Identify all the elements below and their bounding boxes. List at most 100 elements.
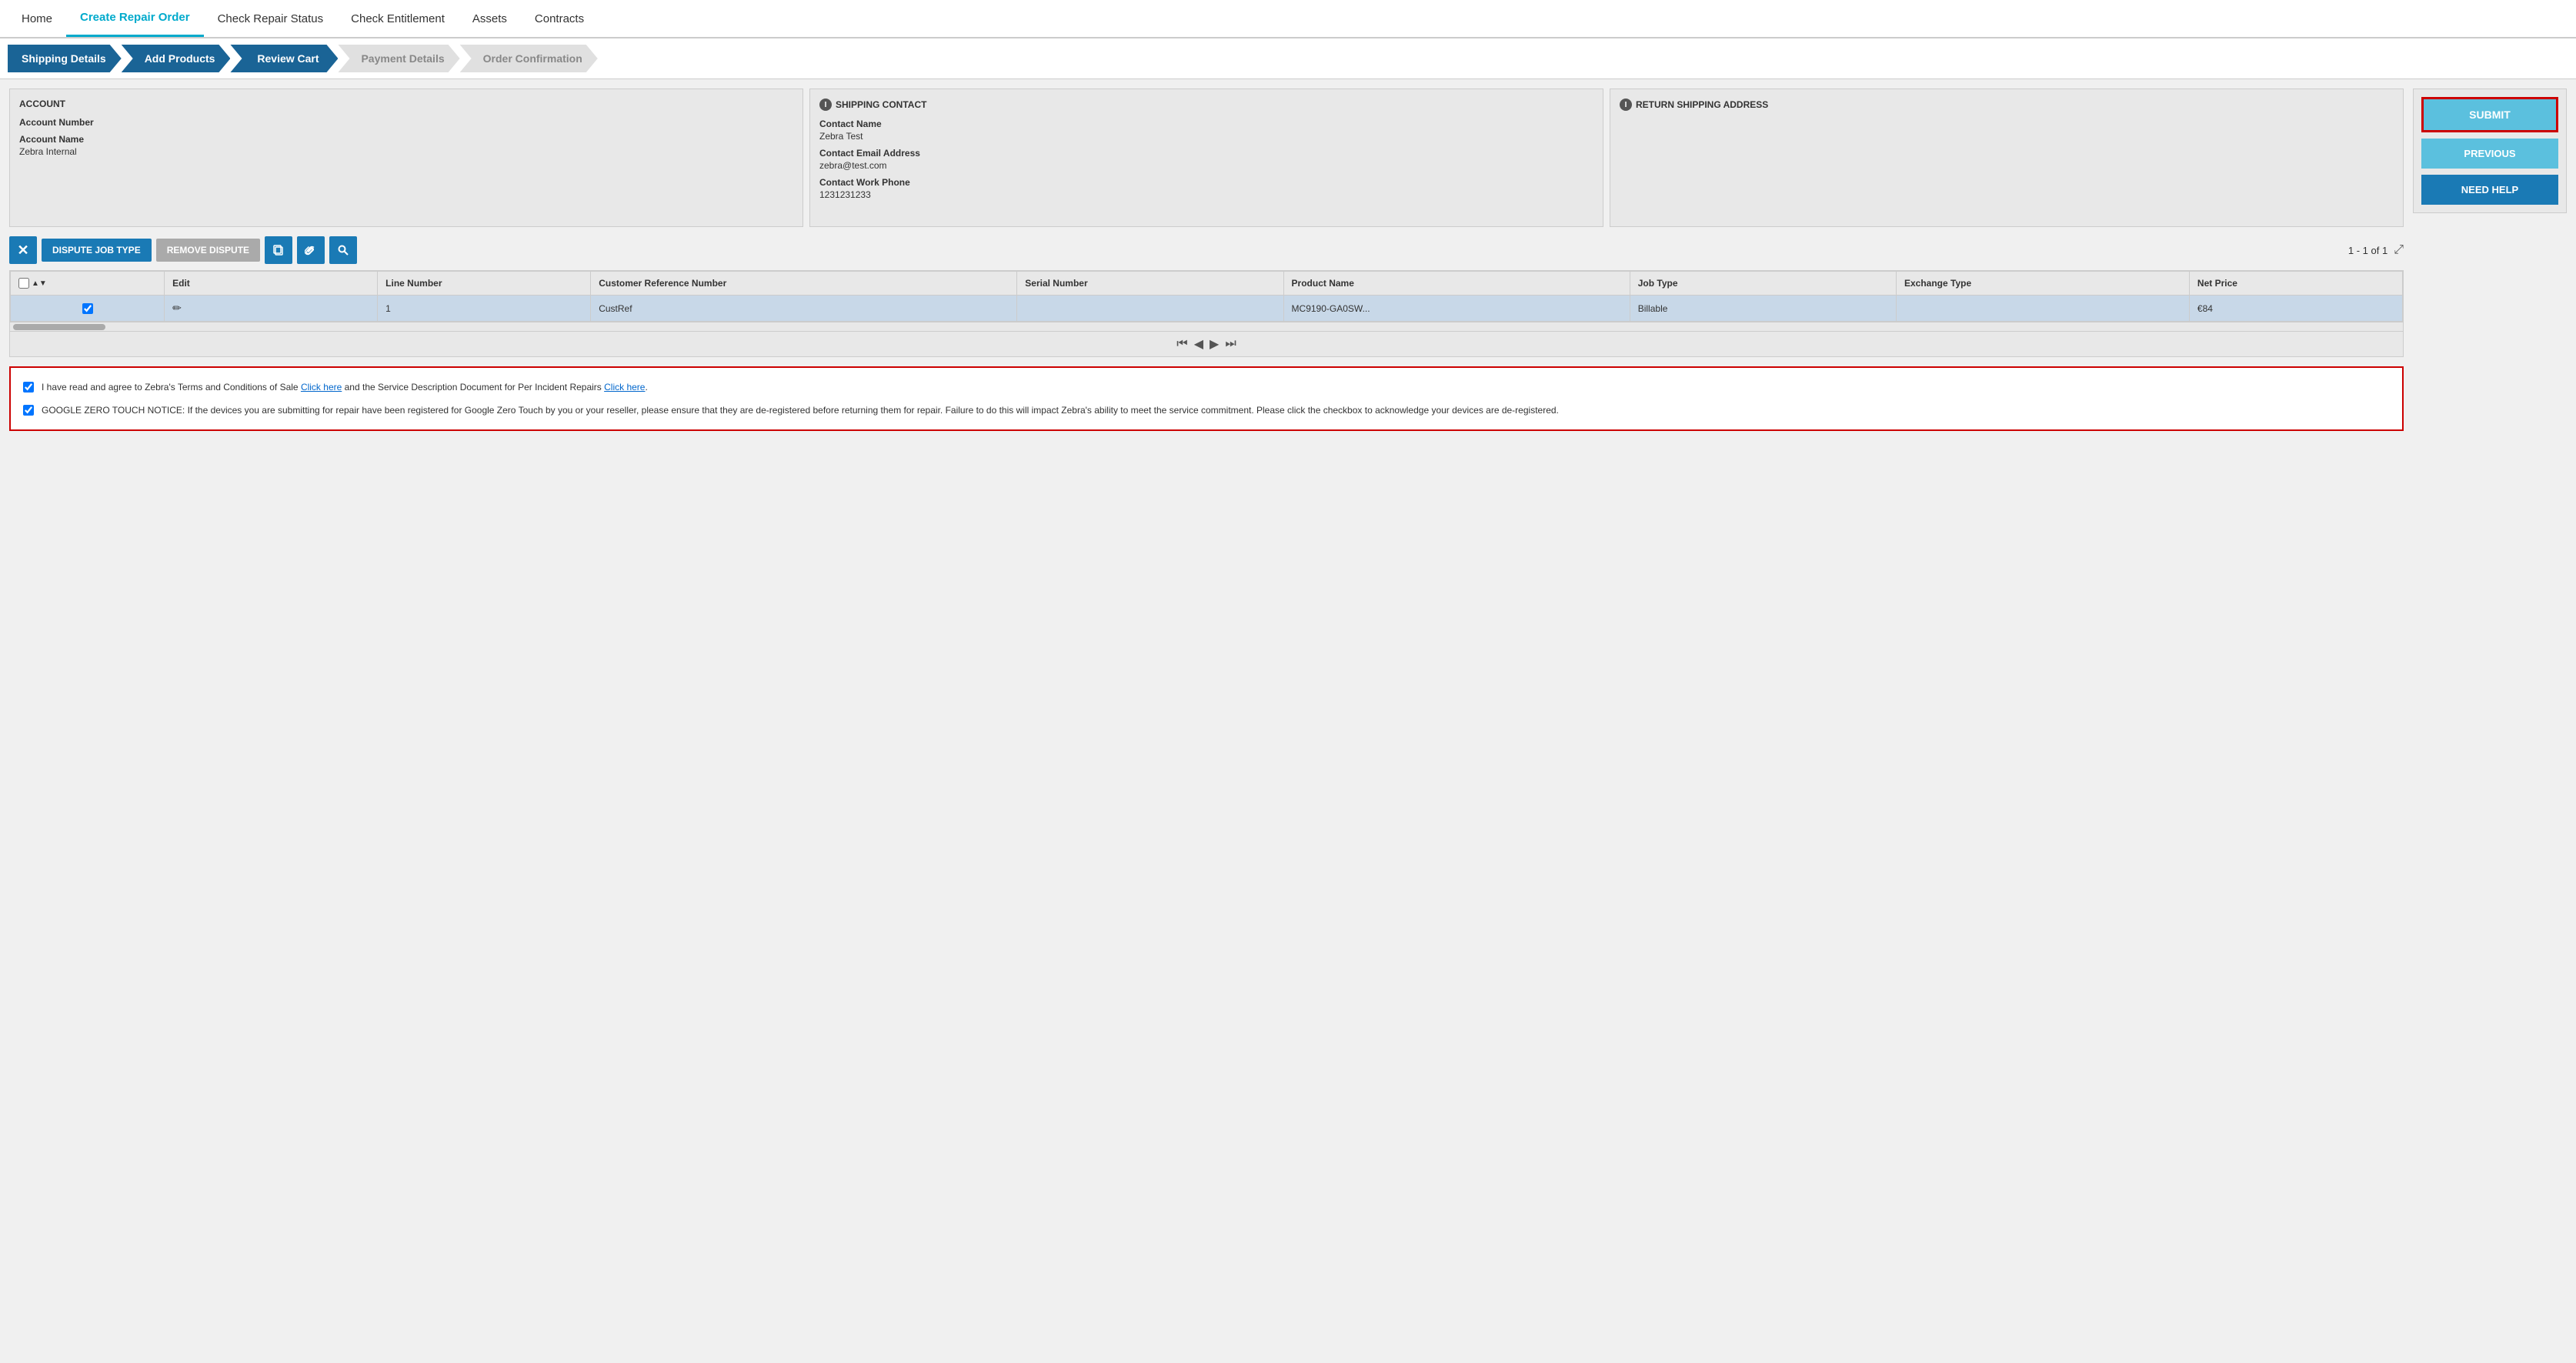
row-checkbox-cell bbox=[11, 296, 165, 322]
contact-email-row: Contact Email Address zebra@test.com bbox=[819, 148, 1593, 171]
account-name-value: Zebra Internal bbox=[19, 146, 793, 157]
nav-check-entitlement[interactable]: Check Entitlement bbox=[337, 2, 459, 36]
sort-arrows[interactable]: ▲▼ bbox=[32, 279, 47, 288]
th-edit: Edit bbox=[165, 272, 378, 296]
info-icon-shipping: i bbox=[819, 99, 832, 111]
account-number-label: Account Number bbox=[19, 117, 793, 128]
terms-text-before: I have read and agree to Zebra's Terms a… bbox=[42, 382, 301, 393]
dispute-job-type-button[interactable]: DISPUTE JOB TYPE bbox=[42, 239, 152, 262]
contact-email-value: zebra@test.com bbox=[819, 160, 1593, 171]
row-exchange-type bbox=[1897, 296, 2190, 322]
wizard-steps: Shipping Details Add Products Review Car… bbox=[0, 38, 2576, 79]
last-page-button[interactable]: ⏭ bbox=[1225, 337, 1236, 351]
first-page-button[interactable]: ⏮ bbox=[1176, 337, 1187, 351]
row-product-name: MC9190-GA0SW... bbox=[1283, 296, 1630, 322]
nav-create-repair-order[interactable]: Create Repair Order bbox=[66, 0, 204, 37]
th-exchange-type: Exchange Type bbox=[1897, 272, 2190, 296]
shipping-contact-title: i SHIPPING CONTACT bbox=[819, 99, 1593, 111]
info-cards: ACCOUNT Account Number Account Name Zebr… bbox=[9, 89, 2404, 227]
account-title: ACCOUNT bbox=[19, 99, 793, 109]
nav-check-repair-status[interactable]: Check Repair Status bbox=[204, 2, 338, 36]
main-content: ACCOUNT Account Number Account Name Zebr… bbox=[0, 79, 2576, 440]
wizard-step-order-confirmation[interactable]: Order Confirmation bbox=[460, 45, 598, 72]
close-button[interactable]: ✕ bbox=[9, 236, 37, 264]
terms-text-middle: and the Service Description Document for… bbox=[342, 382, 604, 393]
previous-button[interactable]: PREVIOUS bbox=[2421, 139, 2558, 169]
terms-row-2: GOOGLE ZERO TOUCH NOTICE: If the devices… bbox=[23, 403, 2390, 417]
row-checkbox[interactable] bbox=[82, 303, 93, 314]
account-name-label: Account Name bbox=[19, 134, 793, 145]
account-number-row: Account Number bbox=[19, 117, 793, 128]
next-page-button[interactable]: ▶ bbox=[1210, 336, 1219, 352]
nav-home[interactable]: Home bbox=[8, 2, 66, 36]
attachment-button[interactable] bbox=[297, 236, 325, 264]
expand-icon[interactable]: ⤢ bbox=[2394, 243, 2404, 257]
row-edit-cell: ✏ bbox=[165, 296, 378, 322]
return-address-title: i RETURN SHIPPING ADDRESS bbox=[1620, 99, 2394, 111]
info-icon-return: i bbox=[1620, 99, 1632, 111]
prev-page-button[interactable]: ◀ bbox=[1194, 336, 1203, 352]
left-panel: ACCOUNT Account Number Account Name Zebr… bbox=[9, 89, 2404, 431]
copy-icon bbox=[272, 244, 285, 256]
wizard-step-payment[interactable]: Payment Details bbox=[338, 45, 459, 72]
terms-row-1: I have read and agree to Zebra's Terms a… bbox=[23, 380, 2390, 394]
th-job-type: Job Type bbox=[1630, 272, 1896, 296]
shipping-contact-card: i SHIPPING CONTACT Contact Name Zebra Te… bbox=[809, 89, 1603, 227]
row-line-number: 1 bbox=[378, 296, 591, 322]
contact-phone-label: Contact Work Phone bbox=[819, 177, 1593, 188]
table-header-row: ▲▼ Edit Line Number Customer Reference N… bbox=[11, 272, 2403, 296]
search-button[interactable] bbox=[329, 236, 357, 264]
return-address-card: i RETURN SHIPPING ADDRESS bbox=[1610, 89, 2404, 227]
nav-contracts[interactable]: Contracts bbox=[521, 2, 598, 36]
contact-name-row: Contact Name Zebra Test bbox=[819, 119, 1593, 142]
terms-text-2: GOOGLE ZERO TOUCH NOTICE: If the devices… bbox=[42, 403, 1559, 417]
contact-email-label: Contact Email Address bbox=[819, 148, 1593, 159]
row-customer-ref: CustRef bbox=[591, 296, 1017, 322]
wizard-step-shipping[interactable]: Shipping Details bbox=[8, 45, 122, 72]
terms-box: I have read and agree to Zebra's Terms a… bbox=[9, 366, 2404, 431]
th-product-name: Product Name bbox=[1283, 272, 1630, 296]
header-checkbox[interactable] bbox=[18, 278, 29, 289]
need-help-button[interactable]: NEED HELP bbox=[2421, 175, 2558, 205]
terms-text-after: . bbox=[645, 382, 647, 393]
terms-checkbox-1[interactable] bbox=[23, 382, 34, 393]
attachment-icon bbox=[305, 244, 317, 256]
scrollbar-thumb[interactable] bbox=[13, 324, 105, 330]
nav-assets[interactable]: Assets bbox=[459, 2, 521, 36]
th-customer-ref: Customer Reference Number bbox=[591, 272, 1017, 296]
submit-button[interactable]: SUBMIT bbox=[2421, 97, 2558, 132]
contact-phone-value: 1231231233 bbox=[819, 189, 1593, 200]
top-navigation: Home Create Repair Order Check Repair St… bbox=[0, 0, 2576, 38]
account-name-row: Account Name Zebra Internal bbox=[19, 134, 793, 157]
data-table: ▲▼ Edit Line Number Customer Reference N… bbox=[10, 271, 2403, 322]
row-serial-number bbox=[1017, 296, 1283, 322]
table-pagination-controls: ⏮ ◀ ▶ ⏭ bbox=[10, 331, 2403, 356]
row-net-price: €84 bbox=[2189, 296, 2402, 322]
wizard-step-review-cart[interactable]: Review Cart bbox=[230, 45, 338, 72]
th-serial-number: Serial Number bbox=[1017, 272, 1283, 296]
data-table-wrapper: ▲▼ Edit Line Number Customer Reference N… bbox=[9, 270, 2404, 357]
pagination-text: 1 - 1 of 1 bbox=[2348, 245, 2387, 256]
pagination-info: 1 - 1 of 1 ⤢ bbox=[2348, 243, 2404, 257]
th-line-number: Line Number bbox=[378, 272, 591, 296]
right-panel: SUBMIT PREVIOUS NEED HELP bbox=[2413, 89, 2567, 431]
terms-checkbox-2[interactable] bbox=[23, 405, 34, 416]
contact-phone-row: Contact Work Phone 1231231233 bbox=[819, 177, 1593, 200]
search-icon bbox=[337, 244, 349, 256]
horizontal-scrollbar[interactable] bbox=[10, 322, 2403, 331]
table-toolbar: ✕ DISPUTE JOB TYPE REMOVE DISPUTE bbox=[9, 236, 2404, 264]
copy-button[interactable] bbox=[265, 236, 292, 264]
remove-dispute-button[interactable]: REMOVE DISPUTE bbox=[156, 239, 260, 262]
th-net-price: Net Price bbox=[2189, 272, 2402, 296]
row-job-type: Billable bbox=[1630, 296, 1896, 322]
terms-text-1: I have read and agree to Zebra's Terms a… bbox=[42, 380, 648, 394]
terms-link-1[interactable]: Click here bbox=[301, 382, 342, 393]
wizard-step-add-products[interactable]: Add Products bbox=[122, 45, 231, 72]
edit-icon[interactable]: ✏ bbox=[172, 302, 182, 314]
terms-link-2[interactable]: Click here bbox=[604, 382, 645, 393]
account-card: ACCOUNT Account Number Account Name Zebr… bbox=[9, 89, 803, 227]
action-card: SUBMIT PREVIOUS NEED HELP bbox=[2413, 89, 2567, 213]
contact-name-value: Zebra Test bbox=[819, 131, 1593, 142]
table-row: ✏ 1 CustRef MC9190-GA0SW... Billable €84 bbox=[11, 296, 2403, 322]
contact-name-label: Contact Name bbox=[819, 119, 1593, 129]
